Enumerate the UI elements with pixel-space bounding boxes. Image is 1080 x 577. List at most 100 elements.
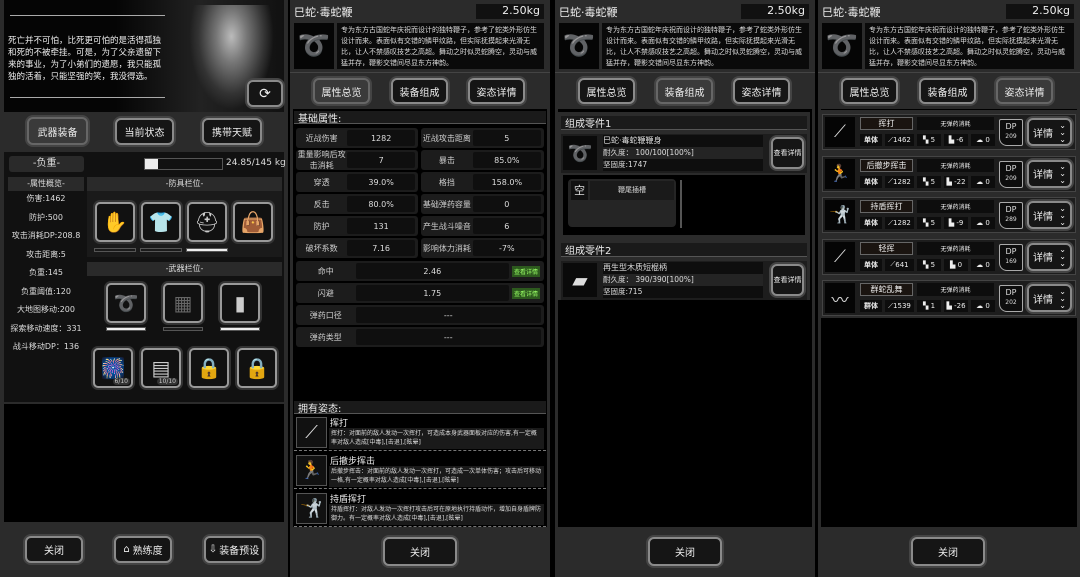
- stat-row: 穿透 39.0%: [296, 172, 418, 192]
- view-details-button[interactable]: 查看详情: [771, 264, 804, 296]
- tab-attribute-overview[interactable]: 属性总览: [841, 78, 898, 104]
- weapon-slot-secondary[interactable]: ▦: [163, 283, 203, 323]
- tab-stance-details[interactable]: 姿态详情: [468, 78, 525, 104]
- range-value: ▚ 1: [917, 300, 941, 312]
- component-hardness: 坚固度:715: [603, 286, 763, 298]
- shirt-icon: 👕: [148, 210, 174, 234]
- damage-value: ⟋ 641: [885, 258, 914, 271]
- armor-header: -防具栏位-: [87, 177, 282, 191]
- tab-current-status[interactable]: 当前状态: [115, 118, 174, 145]
- stance-item[interactable]: 🤺 持盾挥打 持盾挥打：对敌人发动一次挥打攻击后可在原地执行持盾动作，增加自身盾…: [294, 492, 546, 527]
- move-icon: 🤺: [825, 200, 855, 230]
- dp-label: DP: [1005, 122, 1017, 131]
- tab-stance-details[interactable]: 姿态详情: [733, 78, 790, 104]
- stat-row: 格挡 158.0%: [421, 172, 544, 192]
- preset-label: 装备预设: [219, 546, 260, 557]
- basic-attributes-header: 基础属性:: [294, 111, 546, 125]
- attribute-item: 大地图移动:200: [17, 305, 75, 314]
- slot-name: 鞭尾插槽: [590, 181, 674, 200]
- stat-value: 1282: [347, 130, 415, 146]
- slot-empty-label: 空: [571, 181, 588, 200]
- attribute-item: 防护:500: [29, 212, 63, 222]
- equipment-preset-button[interactable]: ⇩ 装备预设: [204, 536, 264, 563]
- move-details-button[interactable]: 详情 ⌄ ⌄ ⌄: [1027, 201, 1072, 229]
- stat-row: 反击 80.0%: [296, 194, 418, 214]
- gun-icon: ▦: [173, 291, 193, 315]
- component-header: 组成零件2: [561, 243, 807, 257]
- dp-cost: DP 289: [999, 202, 1023, 229]
- move-details-button[interactable]: 详情 ⌄ ⌄ ⌄: [1027, 159, 1072, 188]
- movement: -26: [954, 302, 966, 310]
- tab-weapon-equipment[interactable]: 武器装备: [27, 117, 88, 145]
- durability-bar: [140, 248, 182, 252]
- move-details-button[interactable]: 详情 ⌄ ⌄ ⌄: [1027, 118, 1072, 146]
- move-row: ⟋ 挥打 无弹药消耗 单体 ⟋ 1462 ▚ 5 ▙ -6 ☁ 0 DP 209 详…: [822, 114, 1076, 150]
- firework-icon: 🎆: [100, 356, 126, 380]
- load-bar-fill: [145, 159, 159, 169]
- attachment-slot[interactable]: 空 鞭尾插槽: [568, 179, 676, 227]
- armor-slot-gloves[interactable]: ✋: [95, 202, 135, 242]
- close-button[interactable]: 关闭: [383, 537, 457, 566]
- tab-stance-details[interactable]: 姿态详情: [996, 78, 1053, 104]
- armor-slot-shirt[interactable]: 👕: [141, 202, 181, 242]
- consumable-slot-firework[interactable]: 🎆 6/10: [93, 348, 133, 388]
- dp-label: DP: [1005, 163, 1017, 173]
- durability-bar: [220, 327, 260, 331]
- view-details-button[interactable]: 查看详情: [511, 265, 540, 277]
- whip-icon: ➰: [294, 23, 334, 69]
- stance-item[interactable]: 🏃 后撤步挥击 后撤步挥击：对面前的敌人发动一次挥打，可造成一次单体伤害；攻击后…: [294, 454, 546, 489]
- weapon-stances-panel: 巳蛇·毒蛇鞭 2.50kg ➰ 专为东方古国蛇年庆祝而设计的独特鞭子，参考了蛇类…: [818, 0, 1080, 577]
- armor-slot-helmet[interactable]: ⛑: [187, 202, 227, 242]
- movement-value: ▙ -6: [944, 134, 968, 146]
- move-details-button[interactable]: 详情 ⌄ ⌄ ⌄: [1027, 242, 1072, 271]
- noise-value: ☁ 0: [971, 175, 995, 188]
- tab-equipment-composition[interactable]: 装备组成: [919, 78, 976, 104]
- stance-item[interactable]: ⟋ 挥打 挥打：对面前的敌人发动一次挥打，可造成本身武器面板对应的伤害,有一定概…: [294, 416, 546, 451]
- brain-icon: ☁: [976, 219, 984, 227]
- dp-label: DP: [1005, 205, 1017, 214]
- view-details-button[interactable]: 查看详情: [771, 137, 804, 169]
- character-equipment-panel: 死亡并不可怕，比死更可怕的是活得孤独和死的不被牵挂。可是，为了父亲遗留下来的事业…: [0, 0, 288, 577]
- component-card: ➰ 巳蛇·毒蛇鞭鞭身 耐久度： 100/100[100%] 坚固度:1747 查…: [561, 134, 807, 173]
- proficiency-button[interactable]: ⌂ 熟练度: [114, 536, 172, 563]
- range: 5: [930, 260, 936, 269]
- durability-bar: [163, 327, 203, 331]
- close-button[interactable]: 关闭: [25, 536, 83, 563]
- weapon-name: 巳蛇·毒蛇鞭: [294, 6, 353, 19]
- shield-icon: ▮: [234, 291, 246, 315]
- close-button[interactable]: 关闭: [911, 537, 985, 566]
- consumable-slot-locked[interactable]: 🔒: [189, 348, 229, 388]
- scrollbar[interactable]: [680, 180, 682, 228]
- move-row: 🏃 后撤步挥击 无弹药消耗 单体 ⟋ 1282 ▚ 5 ▙ -22 ☁ 0 DP 2…: [822, 155, 1076, 192]
- view-details-button[interactable]: 查看详情: [511, 287, 540, 299]
- move-name: 挥打: [860, 117, 913, 130]
- tab-talents[interactable]: 携带天赋: [202, 118, 262, 145]
- preset-icon: ⇩: [208, 544, 218, 555]
- stat-label: 格挡: [438, 177, 455, 187]
- consumable-count: 10/10: [156, 378, 178, 385]
- tab-attribute-overview[interactable]: 属性总览: [313, 78, 370, 104]
- move-details-button[interactable]: 详情 ⌄ ⌄ ⌄: [1027, 284, 1072, 312]
- weapon-slot-main[interactable]: ➰: [106, 283, 146, 323]
- consumable-slot-locked[interactable]: 🔒: [237, 348, 277, 388]
- noise-value: ☁ 0: [971, 134, 995, 146]
- close-button[interactable]: 关闭: [648, 537, 722, 566]
- range-icon: ▚: [922, 219, 929, 227]
- range: 5: [930, 177, 936, 186]
- movement-value: ▙ -9: [944, 217, 968, 229]
- tab-equipment-composition[interactable]: 装备组成: [656, 78, 713, 104]
- change-outfit-button[interactable]: ⟳: [247, 80, 283, 107]
- brain-icon: ☁: [976, 302, 984, 310]
- stance-description: 挥打：对面前的敌人发动一次挥打，可造成本身武器面板对应的伤害,有一定概率对敌人造…: [329, 428, 544, 449]
- damage-value: ⟋ 1462: [885, 134, 914, 146]
- consumable-slot-ammo[interactable]: ▤ 10/10: [141, 348, 181, 388]
- tab-attribute-overview[interactable]: 属性总览: [578, 78, 635, 104]
- slot-area: 空 鞭尾插槽: [563, 175, 805, 235]
- stat-row: 破坏系数 7.16: [296, 238, 418, 258]
- stat-label: 防护: [313, 221, 330, 231]
- tab-equipment-composition[interactable]: 装备组成: [391, 78, 448, 104]
- armor-slot-bag[interactable]: 👜: [233, 202, 273, 242]
- stat-row: 防护 131: [296, 216, 418, 236]
- weapon-slot-shield[interactable]: ▮: [220, 283, 260, 323]
- durability-bar: [106, 327, 146, 331]
